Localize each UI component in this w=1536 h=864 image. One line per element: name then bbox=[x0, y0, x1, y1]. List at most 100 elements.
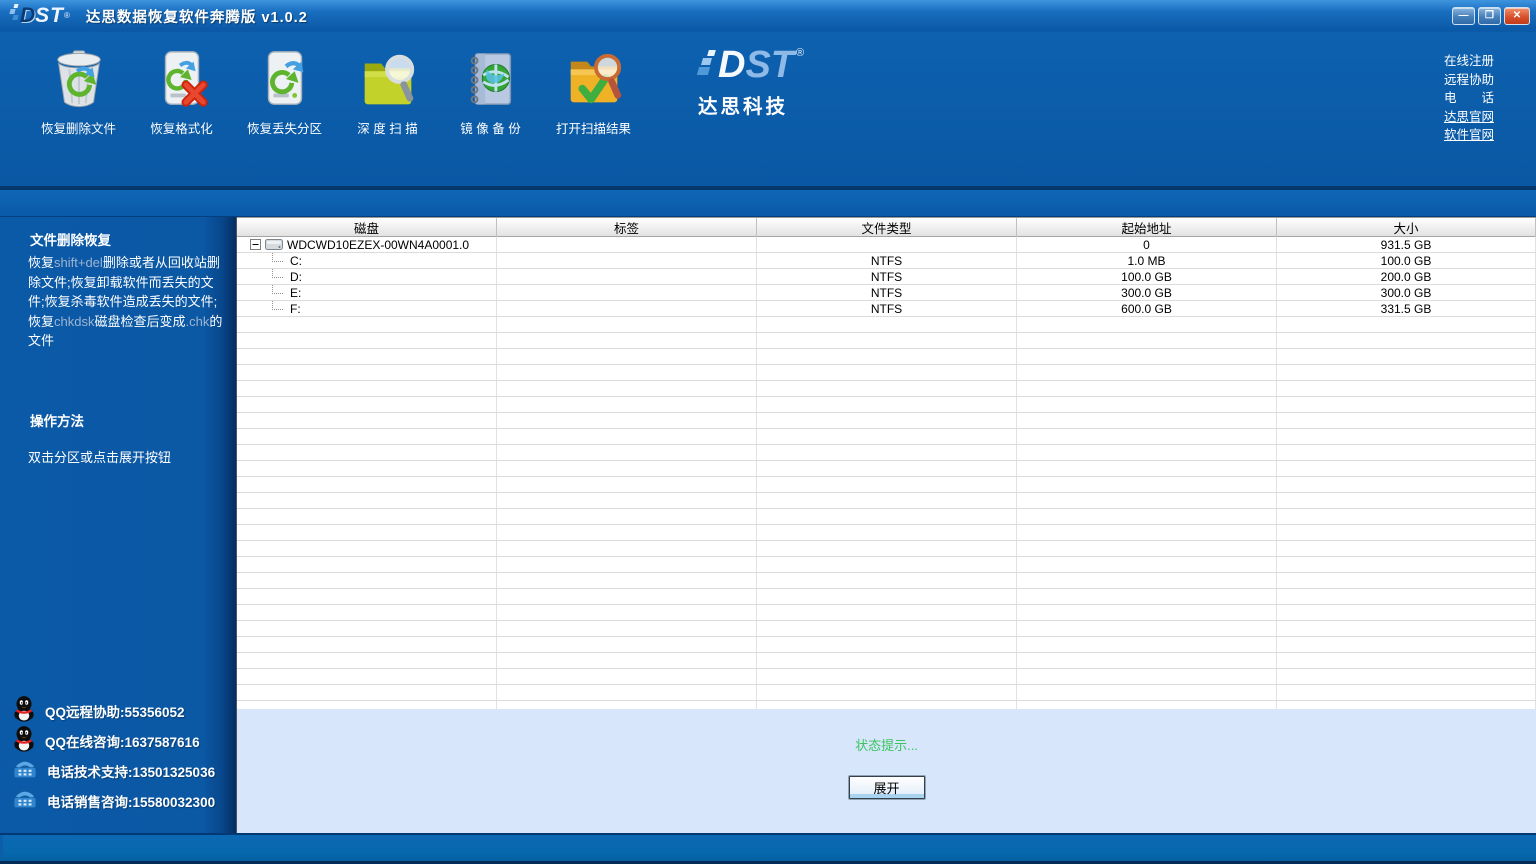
table-cell bbox=[757, 381, 1017, 396]
registered-mark: ® bbox=[796, 47, 805, 59]
expand-button[interactable]: 展开 bbox=[848, 776, 925, 799]
table-cell bbox=[1017, 637, 1277, 652]
column-header[interactable]: 文件类型 bbox=[757, 218, 1017, 237]
table-cell bbox=[237, 429, 497, 444]
table-cell bbox=[237, 509, 497, 524]
disk-table: 磁盘 标签 文件类型 起始地址 大小 WDCWD10EZEX-00WN4A0001.0 0… bbox=[237, 217, 1536, 709]
table-cell bbox=[1017, 701, 1277, 709]
table-row-partition[interactable]: C: NTFS 1.0 MB 100.0 GB bbox=[237, 253, 1536, 269]
table-cell: 1.0 MB bbox=[1017, 253, 1277, 268]
toolbar-button-open-scan-results[interactable]: 打开扫描结果 bbox=[545, 48, 642, 137]
link-online-register[interactable]: 在线注册 bbox=[1444, 54, 1494, 68]
dst-logo-small: D ST ® bbox=[9, 3, 70, 28]
table-cell bbox=[237, 365, 497, 380]
table-cell bbox=[757, 589, 1017, 604]
table-cell bbox=[757, 317, 1017, 332]
dst-logo-squares-icon bbox=[9, 3, 19, 21]
table-row-empty bbox=[237, 621, 1536, 637]
table-cell bbox=[237, 317, 497, 332]
contact-qq-online-consult[interactable]: QQ在线咨询:1637587616 bbox=[12, 726, 215, 753]
phone-icon bbox=[12, 787, 38, 816]
logo-letters-st: ST bbox=[745, 44, 795, 86]
maximize-button[interactable]: ❐ bbox=[1478, 7, 1501, 25]
link-dasi-website[interactable]: 达思官网 bbox=[1444, 110, 1494, 124]
column-header[interactable]: 起始地址 bbox=[1017, 218, 1277, 237]
table-cell bbox=[237, 381, 497, 396]
contact-phone-tech-support[interactable]: 电话技术支持:13501325036 bbox=[12, 759, 215, 783]
table-row-empty bbox=[237, 573, 1536, 589]
table-cell bbox=[757, 653, 1017, 668]
toolbar-button-recover-lost-partition[interactable]: 恢复丢失分区 bbox=[236, 48, 333, 137]
table-cell bbox=[1017, 541, 1277, 556]
logo-letter-d: D bbox=[718, 44, 746, 86]
expand-minus-icon[interactable] bbox=[250, 239, 261, 250]
table-cell: 600.0 GB bbox=[1017, 301, 1277, 316]
table-cell bbox=[237, 397, 497, 412]
table-cell bbox=[237, 525, 497, 540]
content-area: 磁盘 标签 文件类型 起始地址 大小 WDCWD10EZEX-00WN4A0001.0 0… bbox=[236, 217, 1536, 833]
table-row-partition[interactable]: F: NTFS 600.0 GB 331.5 GB bbox=[237, 301, 1536, 317]
header-band bbox=[0, 190, 1536, 217]
disk-name: F: bbox=[290, 301, 301, 316]
app-window: D ST ® 达思数据恢复软件奔腾版 v1.0.2 — ❐ ✕ 恢复删除文件 恢复格式化恢… bbox=[0, 0, 1536, 864]
table-cell bbox=[497, 413, 757, 428]
table-row-empty bbox=[237, 685, 1536, 701]
minimize-button[interactable]: — bbox=[1452, 7, 1475, 25]
toolbar-button-recover-deleted-files[interactable]: 恢复删除文件 bbox=[30, 48, 127, 137]
contact-qq-remote-assist[interactable]: QQ远程协助:55356052 bbox=[12, 696, 215, 723]
table-cell: NTFS bbox=[757, 253, 1017, 268]
table-cell bbox=[1017, 429, 1277, 444]
table-cell bbox=[757, 557, 1017, 572]
table-cell bbox=[1277, 493, 1536, 508]
table-cell bbox=[1017, 557, 1277, 572]
table-cell bbox=[497, 333, 757, 348]
table-cell bbox=[497, 541, 757, 556]
toolbar-button-recover-formatted[interactable]: 恢复格式化 bbox=[133, 48, 230, 137]
table-cell bbox=[1277, 413, 1536, 428]
table-cell bbox=[497, 237, 757, 252]
column-header[interactable]: 标签 bbox=[497, 218, 757, 237]
table-cell-name: D: bbox=[237, 269, 497, 284]
table-cell bbox=[757, 525, 1017, 540]
link-telephone[interactable]: 电 话 bbox=[1444, 91, 1494, 105]
contact-label: 电话技术支持:13501325036 bbox=[47, 765, 216, 780]
window-controls: — ❐ ✕ bbox=[1452, 7, 1530, 25]
table-cell bbox=[757, 429, 1017, 444]
table-cell bbox=[1017, 413, 1277, 428]
close-button[interactable]: ✕ bbox=[1504, 7, 1530, 25]
table-cell bbox=[1277, 685, 1536, 700]
table-cell bbox=[497, 381, 757, 396]
link-remote-assist[interactable]: 远程协助 bbox=[1444, 73, 1494, 87]
table-row-disk[interactable]: WDCWD10EZEX-00WN4A0001.0 0 931.5 GB bbox=[237, 237, 1536, 253]
table-cell bbox=[1017, 445, 1277, 460]
contact-label: QQ远程协助:55356052 bbox=[45, 705, 185, 720]
table-row-empty bbox=[237, 493, 1536, 509]
table-cell bbox=[1277, 605, 1536, 620]
disk-name: E: bbox=[290, 285, 302, 300]
table-cell bbox=[1277, 445, 1536, 460]
toolbar-button-image-backup[interactable]: 镜 像 备 份 bbox=[442, 48, 539, 137]
table-cell bbox=[1277, 525, 1536, 540]
table-cell bbox=[757, 237, 1017, 252]
contact-phone-sales-consult[interactable]: 电话销售咨询:15580032300 bbox=[12, 789, 215, 813]
table-row-partition[interactable]: E: NTFS 300.0 GB 300.0 GB bbox=[237, 285, 1536, 301]
table-row-partition[interactable]: D: NTFS 100.0 GB 200.0 GB bbox=[237, 269, 1536, 285]
table-cell bbox=[237, 349, 497, 364]
table-cell bbox=[757, 541, 1017, 556]
tree-branch-icon bbox=[272, 285, 283, 294]
table-cell bbox=[497, 269, 757, 284]
disk-name: D: bbox=[290, 269, 302, 284]
table-cell bbox=[757, 573, 1017, 588]
table-cell bbox=[237, 413, 497, 428]
table-row-empty bbox=[237, 397, 1536, 413]
folder-check-scan-icon bbox=[563, 48, 625, 110]
table-cell bbox=[1277, 381, 1536, 396]
table-cell bbox=[237, 557, 497, 572]
sidebar-recovery-description: 恢复shift+del删除或者从回收站删除文件;恢复卸载软件而丢失的文件;恢复杀… bbox=[28, 255, 223, 348]
link-software-website[interactable]: 软件官网 bbox=[1444, 128, 1494, 142]
column-header[interactable]: 大小 bbox=[1277, 218, 1536, 237]
toolbar-button-deep-scan[interactable]: 深 度 扫 描 bbox=[339, 48, 436, 137]
tree-branch-icon bbox=[272, 253, 283, 262]
table-cell bbox=[237, 621, 497, 636]
column-header[interactable]: 磁盘 bbox=[237, 218, 497, 237]
